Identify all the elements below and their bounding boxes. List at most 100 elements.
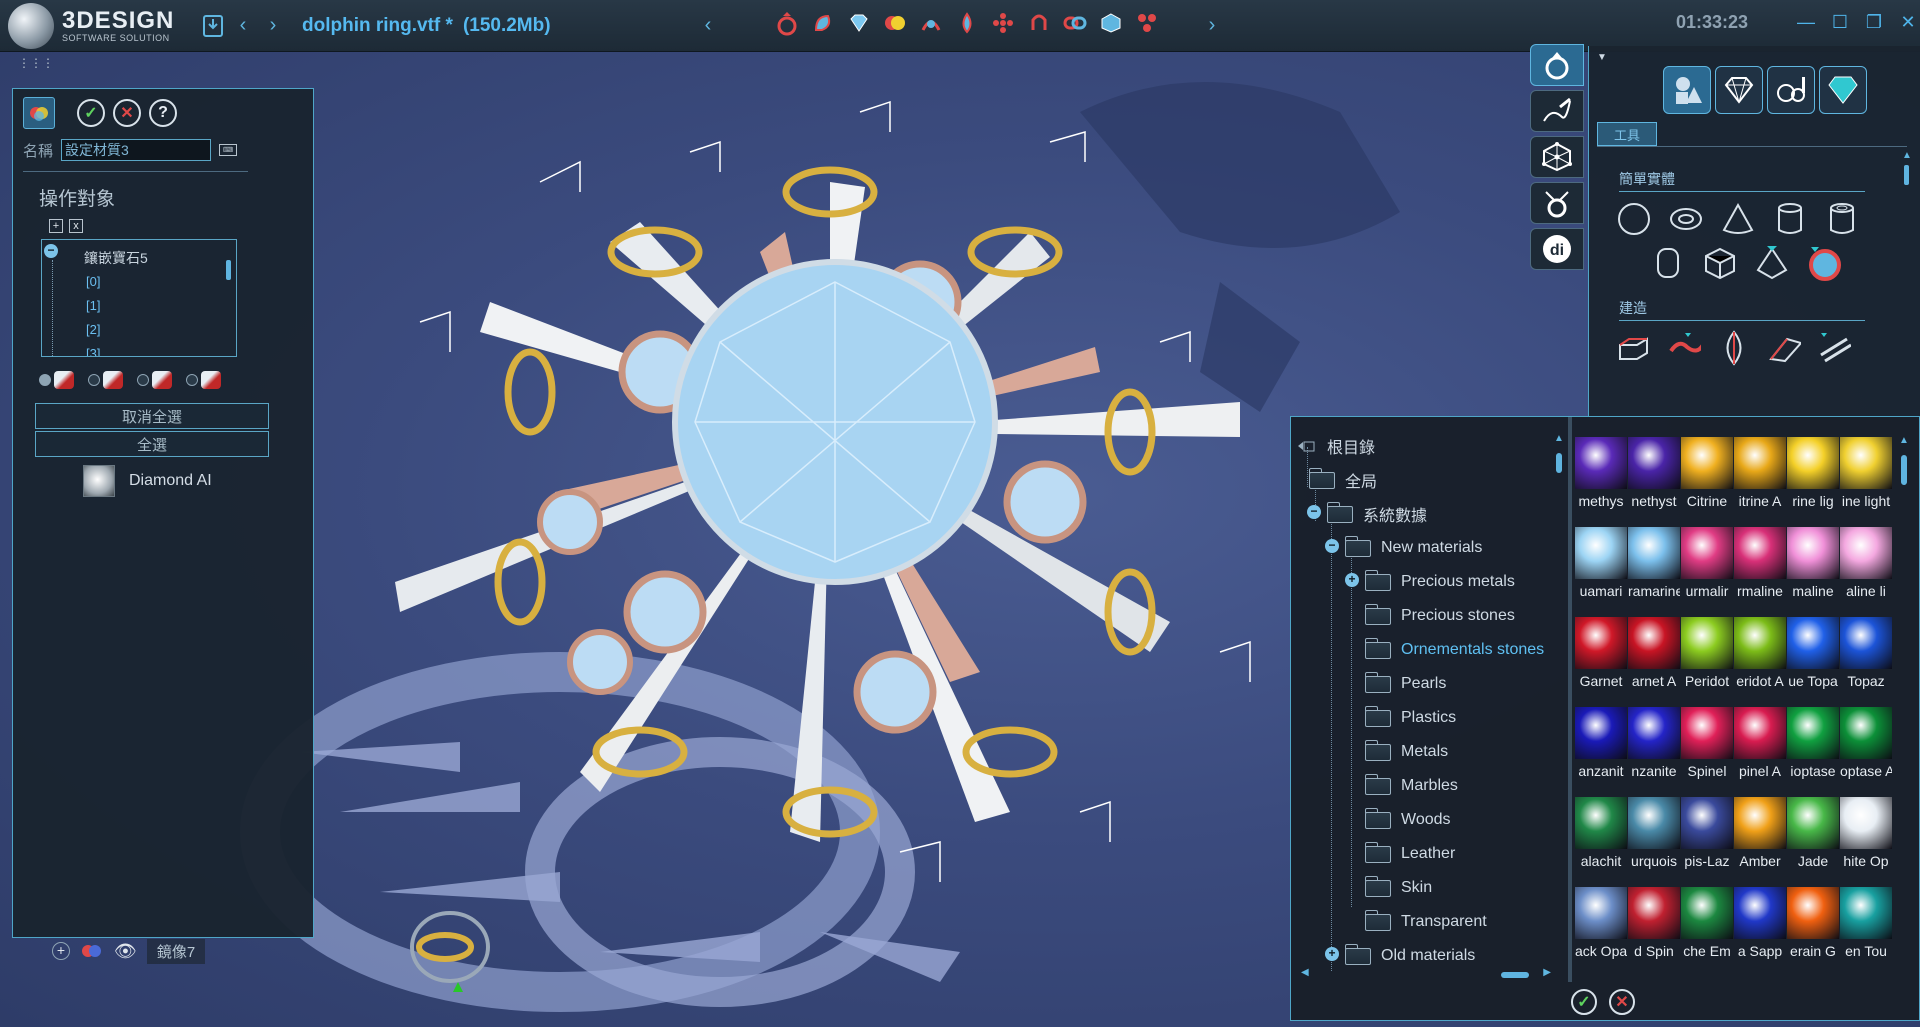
extrude-tool-icon[interactable] <box>1617 331 1651 365</box>
tree-node-plastics[interactable]: Plastics <box>1365 701 1456 735</box>
material-swatch[interactable]: ramarine <box>1628 527 1680 617</box>
tree-scrollbar[interactable] <box>222 240 236 356</box>
panel-menu-icon[interactable]: ▼ <box>1597 52 1607 63</box>
material-swatch[interactable]: anzanit <box>1575 707 1627 797</box>
material-swatch[interactable]: alachit <box>1575 797 1627 887</box>
chain-tool-icon[interactable] <box>1060 8 1090 38</box>
keyboard-icon[interactable]: ⌨ <box>219 144 238 156</box>
restore-icon[interactable]: ❐ <box>1862 10 1886 34</box>
cancel-button[interactable]: ✕ <box>113 99 141 127</box>
tree-node-metals[interactable]: Metals <box>1365 735 1448 769</box>
close-icon[interactable]: ✕ <box>1896 10 1920 34</box>
sphere-tool-icon[interactable] <box>1617 202 1651 236</box>
gem-tool-icon[interactable] <box>844 8 874 38</box>
tree-item[interactable]: [2] <box>86 322 100 337</box>
pave-tool-icon[interactable] <box>988 8 1018 38</box>
tree-node-global[interactable]: 全局 <box>1309 463 1377 497</box>
cone-tool-icon[interactable] <box>1721 202 1755 236</box>
selection-mode-radio[interactable] <box>186 371 221 389</box>
expand-icon[interactable]: + <box>1345 573 1359 587</box>
select-all-button[interactable]: 全選 <box>35 431 269 457</box>
selection-mode-radio[interactable] <box>88 371 123 389</box>
add-icon[interactable]: + <box>52 942 70 960</box>
tools-scrollbar[interactable]: ▲ <box>1902 150 1912 400</box>
selection-mode-radio[interactable] <box>39 371 74 389</box>
undo-icon[interactable]: ‹ <box>228 11 258 41</box>
ring-profile-tool-icon[interactable] <box>808 8 838 38</box>
grid-menu-icon[interactable]: ⋮⋮⋮ <box>18 56 54 70</box>
material-swatch[interactable]: che Em <box>1681 887 1733 977</box>
confirm-button[interactable]: ✓ <box>77 99 105 127</box>
mesh-mode-tab[interactable] <box>1530 136 1584 178</box>
tree-node-precious-stones[interactable]: Precious stones <box>1365 599 1515 633</box>
tree-node-precious-metals[interactable]: Precious metals <box>1365 565 1515 599</box>
sweep-tool-icon[interactable] <box>1667 331 1701 365</box>
material-swatch[interactable]: en Tou <box>1840 887 1892 977</box>
material-color-icon[interactable] <box>23 97 55 129</box>
material-swatch[interactable]: Peridot <box>1681 617 1733 707</box>
cluster-tool-icon[interactable] <box>1132 8 1162 38</box>
minimize-icon[interactable]: — <box>1794 10 1818 34</box>
material-swatch[interactable]: Amber <box>1734 797 1786 887</box>
tree-item[interactable]: [3] <box>86 346 100 356</box>
swatch-scrollbar[interactable]: ▲ <box>1897 435 1911 975</box>
material-swatch[interactable]: arnet A <box>1628 617 1680 707</box>
material-swatch[interactable]: Spinel <box>1681 707 1733 797</box>
drop-tool-icon[interactable] <box>952 8 982 38</box>
stone-category-icon[interactable] <box>1819 66 1867 114</box>
tree-node-system-data[interactable]: 系統數據 <box>1327 497 1427 531</box>
material-swatch[interactable]: Topaz <box>1840 617 1892 707</box>
redo-icon[interactable]: › <box>258 11 288 41</box>
render-mode-tab[interactable] <box>1530 182 1584 224</box>
material-balls-icon[interactable] <box>80 943 104 959</box>
material-swatch[interactable]: rine lig <box>1787 437 1839 527</box>
ring-category-icon[interactable] <box>1767 66 1815 114</box>
material-swatch[interactable]: optase A <box>1840 707 1892 797</box>
material-swatch[interactable]: erain G <box>1787 887 1839 977</box>
material-swatch[interactable]: urquois <box>1628 797 1680 887</box>
tools-tab[interactable]: 工具 <box>1597 122 1657 146</box>
loft-tool-icon[interactable] <box>1767 331 1801 365</box>
tree-node-root[interactable]: 根目錄 <box>1297 429 1375 463</box>
visibility-eye-icon[interactable]: 👁 <box>114 941 137 962</box>
expand-all-icon[interactable]: + <box>49 219 63 233</box>
material-swatch[interactable]: pinel A <box>1734 707 1786 797</box>
torus-tool-icon[interactable] <box>1669 202 1703 236</box>
material-swatch[interactable]: ine light <box>1840 437 1892 527</box>
tree-node-skin[interactable]: Skin <box>1365 871 1432 905</box>
material-swatch[interactable]: ioptase <box>1787 707 1839 797</box>
material-swatch[interactable]: uamari <box>1575 527 1627 617</box>
gem-set-tool-icon[interactable] <box>880 8 910 38</box>
tree-root-item[interactable]: 鑲嵌寶石5 <box>84 248 148 268</box>
sketch-mode-tab[interactable] <box>1530 90 1584 132</box>
material-swatch[interactable]: pis-Laz <box>1681 797 1733 887</box>
material-swatch[interactable]: nethyst <box>1628 437 1680 527</box>
tree-item[interactable]: [1] <box>86 298 100 313</box>
revolve-tool-icon[interactable] <box>1717 330 1751 366</box>
tree-item[interactable]: [0] <box>86 274 100 289</box>
material-swatch[interactable]: Citrine <box>1681 437 1733 527</box>
box-tool-icon[interactable] <box>1703 246 1737 280</box>
tools-scroll-right-icon[interactable]: › <box>1197 10 1227 40</box>
primitives-category-icon[interactable] <box>1663 66 1711 114</box>
tree-node-new-materials[interactable]: New materials <box>1345 531 1482 565</box>
material-swatch[interactable]: eridot A <box>1734 617 1786 707</box>
orientation-gizmo[interactable] <box>400 902 500 992</box>
ring-primitive-tool-icon[interactable] <box>1807 246 1841 281</box>
material-swatch[interactable]: rmaline <box>1734 527 1786 617</box>
tube-tool-icon[interactable] <box>1825 202 1859 236</box>
tree-node-woods[interactable]: Woods <box>1365 803 1451 837</box>
tree-node-leather[interactable]: Leather <box>1365 837 1455 871</box>
save-icon[interactable] <box>198 11 228 41</box>
bezel-tool-icon[interactable] <box>1024 8 1054 38</box>
material-swatch[interactable]: maline <box>1787 527 1839 617</box>
tree-node-marbles[interactable]: Marbles <box>1365 769 1458 803</box>
tree-node-pearls[interactable]: Pearls <box>1365 667 1446 701</box>
prong-tool-icon[interactable] <box>916 8 946 38</box>
tree-node-old-materials[interactable]: Old materials <box>1345 939 1475 972</box>
material-swatch[interactable]: nzanite <box>1628 707 1680 797</box>
cylinder-tool-icon[interactable] <box>1773 202 1807 236</box>
di-mode-tab[interactable]: di <box>1530 228 1584 270</box>
help-button[interactable]: ? <box>149 99 177 127</box>
library-cancel-button[interactable]: ✕ <box>1609 989 1635 1015</box>
